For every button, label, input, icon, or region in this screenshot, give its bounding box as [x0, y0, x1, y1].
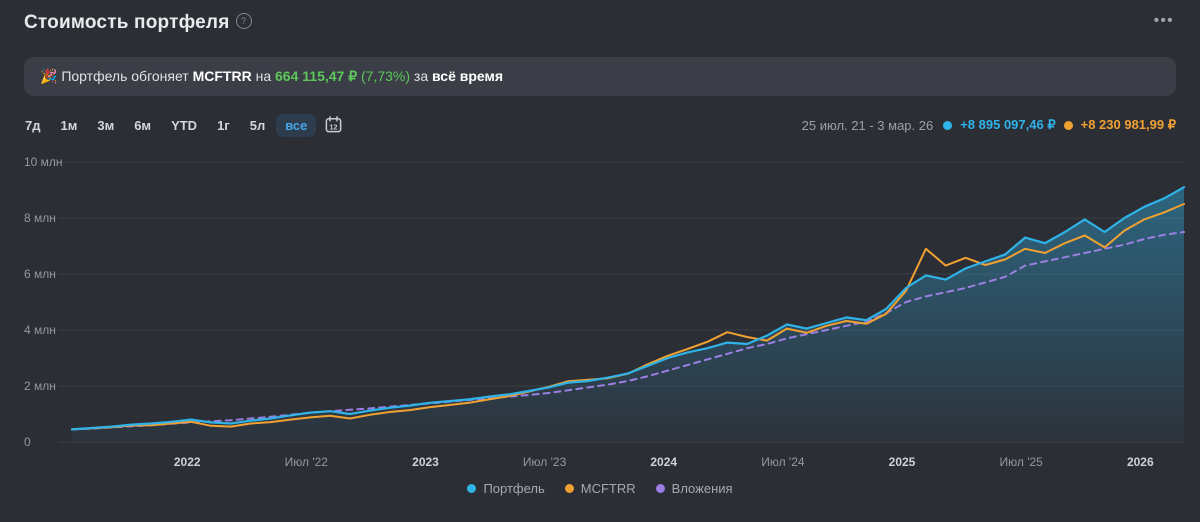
chart-controls: 7д 1м 3м 6м YTD 1г 5л все 12 25 июл. 21 …	[24, 112, 1176, 138]
legend-invested[interactable]: Вложения	[656, 481, 733, 496]
banner-period: всё время	[432, 68, 503, 84]
banner-text-prefix: Портфель обгоняет	[61, 68, 188, 84]
portfolio-area-fill	[72, 187, 1184, 442]
legend-mcftrr-label: MCFTRR	[581, 481, 636, 496]
x-axis-label: Июл '25	[1000, 455, 1044, 469]
date-range-label: 25 июл. 21 - 3 мар. 26	[802, 118, 934, 133]
legend-portfolio[interactable]: Портфель	[467, 481, 544, 496]
x-axis-label: Июл '23	[523, 455, 567, 469]
x-axis-label: 2025	[889, 455, 916, 469]
panel-header: Стоимость портфеля ? •••	[24, 12, 1176, 42]
legend-portfolio-label: Портфель	[483, 481, 544, 496]
x-axis-label: 2023	[412, 455, 439, 469]
range-ytd[interactable]: YTD	[162, 114, 206, 137]
y-axis-label: 2 млн	[24, 379, 56, 393]
more-menu-icon[interactable]: •••	[1152, 12, 1176, 30]
legend-invested-label: Вложения	[672, 481, 733, 496]
banner-benchmark-name: MCFTRR	[193, 68, 252, 84]
banner-percent: (7,73%)	[361, 68, 410, 84]
range-1y[interactable]: 1г	[208, 114, 239, 137]
party-popper-icon: 🎉	[40, 68, 57, 84]
range-1m[interactable]: 1м	[51, 114, 86, 137]
page-title: Стоимость портфеля	[24, 12, 230, 34]
x-axis-label: 2024	[650, 455, 677, 469]
banner-amount: 664 115,47 ₽	[275, 68, 357, 84]
y-axis-label: 0	[24, 435, 31, 449]
help-icon[interactable]: ?	[236, 13, 252, 29]
x-axis-label: 2022	[174, 455, 201, 469]
period-stats: 25 июл. 21 - 3 мар. 26 +8 895 097,46 ₽ +…	[802, 117, 1176, 133]
range-5y[interactable]: 5л	[241, 114, 275, 137]
banner-text-mid: на	[256, 68, 272, 84]
chart-legend: Портфель MCFTRR Вложения	[24, 481, 1176, 496]
legend-mcftrr-dot-icon	[565, 484, 574, 493]
range-6m[interactable]: 6м	[125, 114, 160, 137]
benchmark-gain-value: +8 230 981,99 ₽	[1081, 117, 1176, 133]
legend-portfolio-dot-icon	[467, 484, 476, 493]
y-axis-label: 4 млн	[24, 323, 56, 337]
x-axis-label: Июл '24	[761, 455, 805, 469]
range-3m[interactable]: 3м	[88, 114, 123, 137]
x-axis-label: 2026	[1127, 455, 1154, 469]
banner-text-suffix: за	[414, 68, 428, 84]
chart-area: 0 2 млн 4 млн 6 млн 8 млн 10 млн 2022 Июл '22 20…	[0, 144, 1200, 481]
y-axis-label: 6 млн	[24, 267, 56, 281]
range-selector: 7д 1м 3м 6м YTD 1г 5л все 12	[16, 113, 347, 137]
outperformance-banner: 🎉 Портфель обгоняет MCFTRR на 664 115,47…	[24, 57, 1176, 96]
range-7d[interactable]: 7д	[16, 114, 49, 137]
legend-mcftrr[interactable]: MCFTRR	[565, 481, 636, 496]
calendar-icon[interactable]: 12	[318, 113, 347, 137]
svg-text:12: 12	[330, 123, 338, 131]
portfolio-chart[interactable]: 0 2 млн 4 млн 6 млн 8 млн 10 млн 2022 Июл '22 20…	[0, 144, 1200, 476]
x-axis-label: Июл '22	[285, 455, 329, 469]
portfolio-dot-icon	[943, 121, 952, 130]
legend-invested-dot-icon	[656, 484, 665, 493]
portfolio-value-panel: Стоимость портфеля ? ••• 🎉 Портфель обго…	[0, 0, 1200, 496]
benchmark-dot-icon	[1064, 121, 1073, 130]
portfolio-gain-value: +8 895 097,46 ₽	[960, 117, 1055, 133]
y-axis-label: 8 млн	[24, 211, 56, 225]
y-axis-label: 10 млн	[24, 155, 63, 169]
range-all[interactable]: все	[276, 114, 316, 137]
